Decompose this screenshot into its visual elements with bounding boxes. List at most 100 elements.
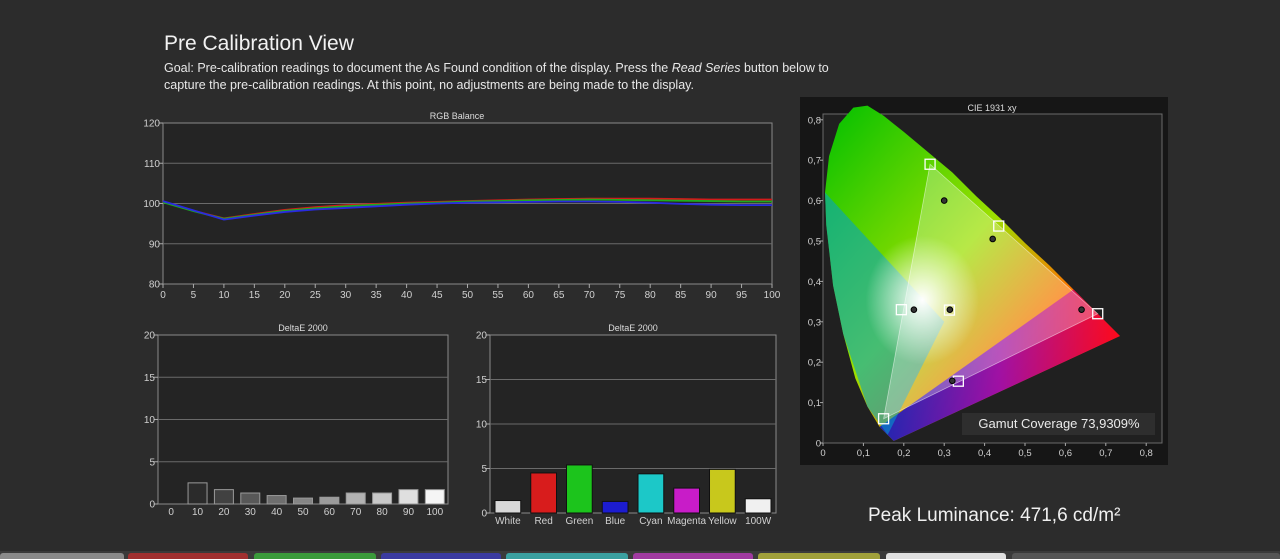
deltae-bar [601,500,629,514]
deltae-ytick-label: 0 [481,509,487,520]
rgb-xtick-label: 60 [523,290,535,301]
cie-ytick-label: 0 [816,439,821,450]
rgb-balance-chart: RGB Balance 80 90 100 110 120 0 5 10 15 20 25 30 35 4… [143,111,781,301]
deltae-bar [398,489,419,505]
deltae-ytick-label: 15 [476,375,488,386]
series-button-blue[interactable] [381,553,501,559]
goal-text-start: Goal: Pre-calibration readings to docume… [164,61,672,75]
cie-measured-marker [910,306,918,313]
deltae-xtick-label: 70 [350,507,362,518]
deltae-ytick-label: 10 [144,415,156,426]
deltae-xtick-label: Cyan [639,516,662,527]
rgb-xtick-label: 55 [492,290,504,301]
series-button-yellow[interactable] [758,553,880,559]
cie-ytick-label: 0,2 [808,358,821,369]
deltae-ytick-label: 0 [149,500,155,511]
cie-title: CIE 1931 xy [967,103,1017,113]
deltae-xtick-label: Red [534,516,552,527]
rgb-xtick-label: 100 [764,290,781,301]
rgb-xtick-label: 30 [340,290,352,301]
toolbar-icons[interactable] [1012,553,1280,559]
deltae-color-chart: DeltaE 2000 0 5 10 15 20 White Red Green Blue Cya… [476,323,777,527]
deltae-ytick-label: 5 [149,457,155,468]
rgb-ytick-label: 80 [149,280,161,291]
rgb-xtick-label: 90 [706,290,718,301]
rgb-xtick-label: 25 [310,290,322,301]
rgb-xtick-label: 85 [675,290,687,301]
deltae-bar [673,487,700,514]
series-button-green[interactable] [254,553,376,559]
rgb-xtick-label: 15 [249,290,261,301]
deltae-xtick-label: Blue [605,516,625,527]
deltae-ytick-label: 15 [144,373,156,384]
deltae-bar [709,468,736,514]
deltae-bar [566,464,593,514]
rgb-xtick-label: 35 [371,290,383,301]
deltae-ytick-label: 20 [144,331,156,342]
series-button-red[interactable] [128,553,248,559]
rgb-ytick-label: 110 [144,159,160,170]
cie-xtick-label: 0,4 [978,448,991,459]
cie-xtick-label: 0,2 [897,448,910,459]
rgb-xtick-label: 0 [160,290,166,301]
deltae-xtick-label: 40 [271,507,283,518]
deltae-bar [494,500,522,514]
gamut-coverage-label: Gamut Coverage 73,9309% [978,416,1140,431]
cie-xtick-label: 0,6 [1059,448,1072,459]
page-title: Pre Calibration View [164,32,354,55]
rgb-xtick-label: 50 [462,290,474,301]
cie-xtick-label: 0 [820,448,825,459]
deltae-xtick-label: 100 [426,507,443,518]
cie-ytick-label: 0,3 [808,317,821,328]
deltae-bar [345,492,366,505]
deltae-xtick-label: 60 [324,507,336,518]
cie-measured-marker [948,377,956,385]
cie-xtick-label: 0,3 [938,448,951,459]
rgb-xtick-label: 95 [736,290,748,301]
cie-measured-marker [940,197,948,204]
series-button-cyan[interactable] [506,553,628,559]
series-button-gray[interactable] [0,553,124,559]
series-button-white[interactable] [886,553,1006,559]
rgb-xtick-label: 20 [279,290,291,301]
series-button-magenta[interactable] [633,553,753,559]
rgb-xtick-label: 80 [645,290,657,301]
cie-xtick-label: 0,7 [1099,448,1112,459]
cie-ytick-label: 0,1 [808,398,821,409]
deltae-bar [637,473,665,514]
deltae-bar [319,496,340,505]
rgb-xtick-label: 40 [401,290,413,301]
cie-ytick-label: 0,6 [808,196,821,207]
deltae-bar [372,492,393,505]
rgb-ytick-label: 90 [149,239,161,250]
deltae-color-title: DeltaE 2000 [608,323,658,333]
rgb-xtick-label: 10 [218,290,230,301]
rgb-xtick-label: 65 [553,290,565,301]
cie-ytick-label: 0,4 [808,277,821,288]
deltae-xtick-label: 20 [218,507,230,518]
rgb-balance-title: RGB Balance [430,111,485,121]
cie-ytick-label: 0,7 [808,156,821,167]
deltae-xtick-label: Yellow [708,516,737,527]
deltae-xtick-label: White [495,516,521,527]
deltae-bar [187,482,208,505]
deltae-xtick-label: 100W [745,516,772,527]
cie-measured-marker [989,235,996,243]
deltae-xtick-label: 30 [245,507,257,518]
deltae-grayscale-chart: DeltaE 2000 0 5 10 15 20 0 10 20 30 40 50 60 70 80 90 1… [144,323,449,518]
deltae-xtick-label: 90 [403,507,415,518]
deltae-xtick-label: 0 [168,507,174,518]
cie-chart: CIE 1931 xy 0 0,1 0,2 0,3 0,4 0,5 0,6 0,7 0,8 0 0,… [800,97,1168,465]
deltae-grayscale-title: DeltaE 2000 [278,323,328,333]
deltae-xtick-label: 50 [297,507,309,518]
deltae-xtick-label: 80 [377,507,389,518]
rgb-xtick-label: 5 [191,290,197,301]
deltae-bar [744,498,772,514]
rgb-ytick-label: 100 [143,199,160,210]
deltae-bar [266,495,287,505]
deltae-xtick-label: Magenta [667,516,706,527]
deltae-bar [240,492,261,505]
cie-ytick-label: 0,5 [808,237,821,248]
deltae-bar [213,489,234,505]
cie-xtick-label: 0,1 [857,448,870,459]
